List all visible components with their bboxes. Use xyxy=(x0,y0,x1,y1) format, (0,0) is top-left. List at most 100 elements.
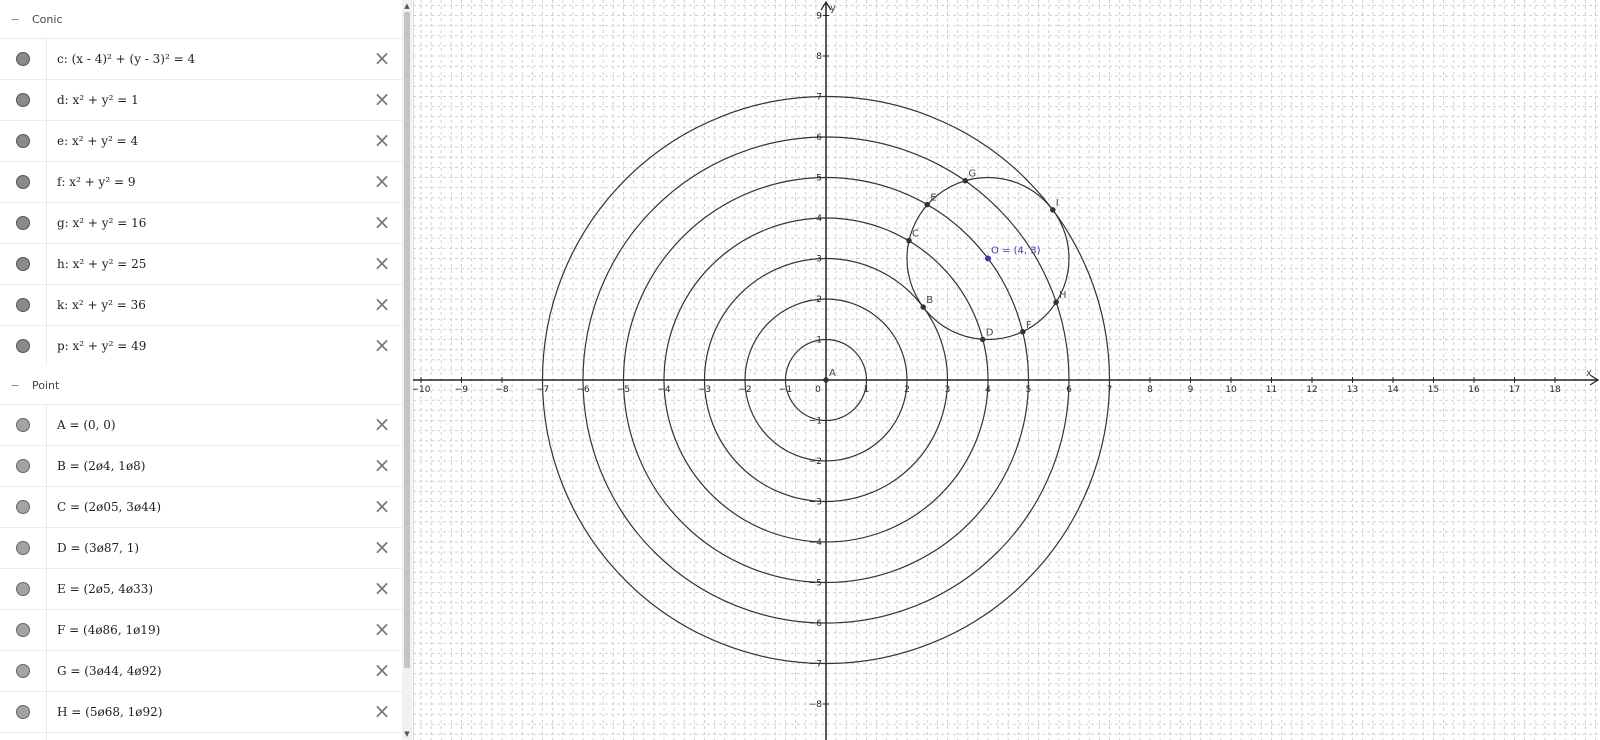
algebra-expression[interactable]: d: x² + y² = 1 xyxy=(57,93,139,107)
point-D[interactable] xyxy=(979,336,986,343)
marble-icon[interactable] xyxy=(16,582,30,596)
algebra-expression[interactable]: h: x² + y² = 25 xyxy=(57,257,146,271)
point-H[interactable] xyxy=(1053,299,1059,305)
algebra-row[interactable]: F = (4ø86, 1ø19) × xyxy=(0,609,413,650)
point-B[interactable] xyxy=(920,304,926,310)
marble-icon[interactable] xyxy=(16,623,30,637)
algebra-row[interactable]: B = (2ø4, 1ø8) × xyxy=(0,445,413,486)
algebra-row[interactable]: H = (5ø68, 1ø92) × xyxy=(0,691,413,732)
visibility-toggle[interactable] xyxy=(0,285,47,325)
delete-icon[interactable]: × xyxy=(373,660,391,680)
visibility-toggle[interactable] xyxy=(0,487,47,527)
algebra-expression[interactable]: D = (3ø87, 1) xyxy=(57,541,139,555)
delete-icon[interactable]: × xyxy=(373,212,391,232)
point-F[interactable] xyxy=(1020,329,1026,335)
scroll-up-arrow-icon[interactable]: ▲ xyxy=(402,0,412,12)
graphics-canvas[interactable]: xy−10 −9 −8 −7 −6 −5 −4 −3 −2 −1 0 1 2 3 4 5 6 7 8 9 10 11 12 1… xyxy=(413,0,1600,740)
visibility-toggle[interactable] xyxy=(0,203,47,243)
marble-icon[interactable] xyxy=(16,52,30,66)
delete-icon[interactable]: × xyxy=(373,578,391,598)
delete-icon[interactable]: × xyxy=(373,294,391,314)
delete-icon[interactable]: × xyxy=(373,537,391,557)
visibility-toggle[interactable] xyxy=(0,569,47,609)
point-A[interactable] xyxy=(823,377,829,383)
graphics-view[interactable]: x y −10 −9 −8 −7 −6 −5 −4 −3 −2 −1 0 1 2 3 4 5 6 7 8 9 10 11 12 1… xyxy=(413,0,1600,740)
delete-icon[interactable]: × xyxy=(373,130,391,150)
algebra-scrollbar[interactable]: ▲ ▼ xyxy=(402,0,412,740)
delete-icon[interactable]: × xyxy=(373,48,391,68)
algebra-row[interactable]: f: x² + y² = 9 × xyxy=(0,161,413,202)
algebra-expression[interactable]: E = (2ø5, 4ø33) xyxy=(57,582,153,596)
algebra-row[interactable]: e: x² + y² = 4 × xyxy=(0,120,413,161)
algebra-row[interactable]: D = (3ø87, 1) × xyxy=(0,527,413,568)
marble-icon[interactable] xyxy=(16,418,30,432)
algebra-expression[interactable]: f: x² + y² = 9 xyxy=(57,175,135,189)
algebra-expression[interactable]: p: x² + y² = 49 xyxy=(57,339,146,353)
visibility-toggle[interactable] xyxy=(0,733,47,740)
algebra-row[interactable]: c: (x - 4)² + (y - 3)² = 4 × xyxy=(0,38,413,79)
delete-icon[interactable]: × xyxy=(373,335,391,355)
visibility-toggle[interactable] xyxy=(0,405,47,445)
group-header-conic[interactable]: − Conic xyxy=(0,0,413,38)
algebra-row[interactable]: E = (2ø5, 4ø33) × xyxy=(0,568,413,609)
algebra-row[interactable]: C = (2ø05, 3ø44) × xyxy=(0,486,413,527)
algebra-row[interactable]: d: x² + y² = 1 × xyxy=(0,79,413,120)
visibility-toggle[interactable] xyxy=(0,80,47,120)
delete-icon[interactable]: × xyxy=(373,455,391,475)
delete-icon[interactable]: × xyxy=(373,619,391,639)
delete-icon[interactable]: × xyxy=(373,89,391,109)
algebra-row[interactable]: A = (0, 0) × xyxy=(0,404,413,445)
delete-icon[interactable]: × xyxy=(373,701,391,721)
visibility-toggle[interactable] xyxy=(0,610,47,650)
visibility-toggle[interactable] xyxy=(0,651,47,691)
algebra-row[interactable]: k: x² + y² = 36 × xyxy=(0,284,413,325)
minus-icon[interactable]: − xyxy=(8,13,22,26)
algebra-expression[interactable]: A = (0, 0) xyxy=(57,418,116,432)
algebra-expression[interactable]: k: x² + y² = 36 xyxy=(57,298,146,312)
marble-icon[interactable] xyxy=(16,664,30,678)
visibility-toggle[interactable] xyxy=(0,39,47,79)
delete-icon[interactable]: × xyxy=(373,171,391,191)
algebra-expression[interactable]: G = (3ø44, 4ø92) xyxy=(57,664,162,678)
visibility-toggle[interactable] xyxy=(0,121,47,161)
marble-icon[interactable] xyxy=(16,500,30,514)
visibility-toggle[interactable] xyxy=(0,162,47,202)
algebra-row[interactable]: g: x² + y² = 16 × xyxy=(0,202,413,243)
algebra-row[interactable]: G = (3ø44, 4ø92) × xyxy=(0,650,413,691)
delete-icon[interactable]: × xyxy=(373,253,391,273)
delete-icon[interactable]: × xyxy=(373,496,391,516)
marble-icon[interactable] xyxy=(16,216,30,230)
algebra-expression[interactable]: C = (2ø05, 3ø44) xyxy=(57,500,161,514)
group-header-point[interactable]: − Point xyxy=(0,366,413,404)
visibility-toggle[interactable] xyxy=(0,244,47,284)
scroll-down-arrow-icon[interactable]: ▼ xyxy=(402,728,412,740)
algebra-expression[interactable]: c: (x - 4)² + (y - 3)² = 4 xyxy=(57,52,195,66)
scrollbar-thumb[interactable] xyxy=(404,12,410,668)
marble-icon[interactable] xyxy=(16,257,30,271)
visibility-toggle[interactable] xyxy=(0,446,47,486)
marble-icon[interactable] xyxy=(16,705,30,719)
algebra-expression[interactable]: H = (5ø68, 1ø92) xyxy=(57,705,162,719)
point-I[interactable] xyxy=(1050,207,1056,213)
algebra-row[interactable]: h: x² + y² = 25 × xyxy=(0,243,413,284)
algebra-expression[interactable]: B = (2ø4, 1ø8) xyxy=(57,459,145,473)
minus-icon[interactable]: − xyxy=(8,379,22,392)
algebra-expression[interactable]: g: x² + y² = 16 xyxy=(57,216,146,230)
marble-icon[interactable] xyxy=(16,339,30,353)
delete-icon[interactable]: × xyxy=(373,414,391,434)
point-G[interactable] xyxy=(962,177,969,184)
marble-icon[interactable] xyxy=(16,459,30,473)
visibility-toggle[interactable] xyxy=(0,528,47,568)
marble-icon[interactable] xyxy=(16,93,30,107)
algebra-expression[interactable]: e: x² + y² = 4 xyxy=(57,134,138,148)
marble-icon[interactable] xyxy=(16,541,30,555)
point-E[interactable] xyxy=(924,201,930,208)
algebra-row[interactable]: p: x² + y² = 49 × xyxy=(0,325,413,366)
algebra-row[interactable]: I = (5ø6, 4ø2)× xyxy=(0,732,413,740)
point-C[interactable] xyxy=(906,237,912,244)
marble-icon[interactable] xyxy=(16,298,30,312)
marble-icon[interactable] xyxy=(16,134,30,148)
visibility-toggle[interactable] xyxy=(0,692,47,732)
marble-icon[interactable] xyxy=(16,175,30,189)
center-point[interactable] xyxy=(985,255,991,262)
